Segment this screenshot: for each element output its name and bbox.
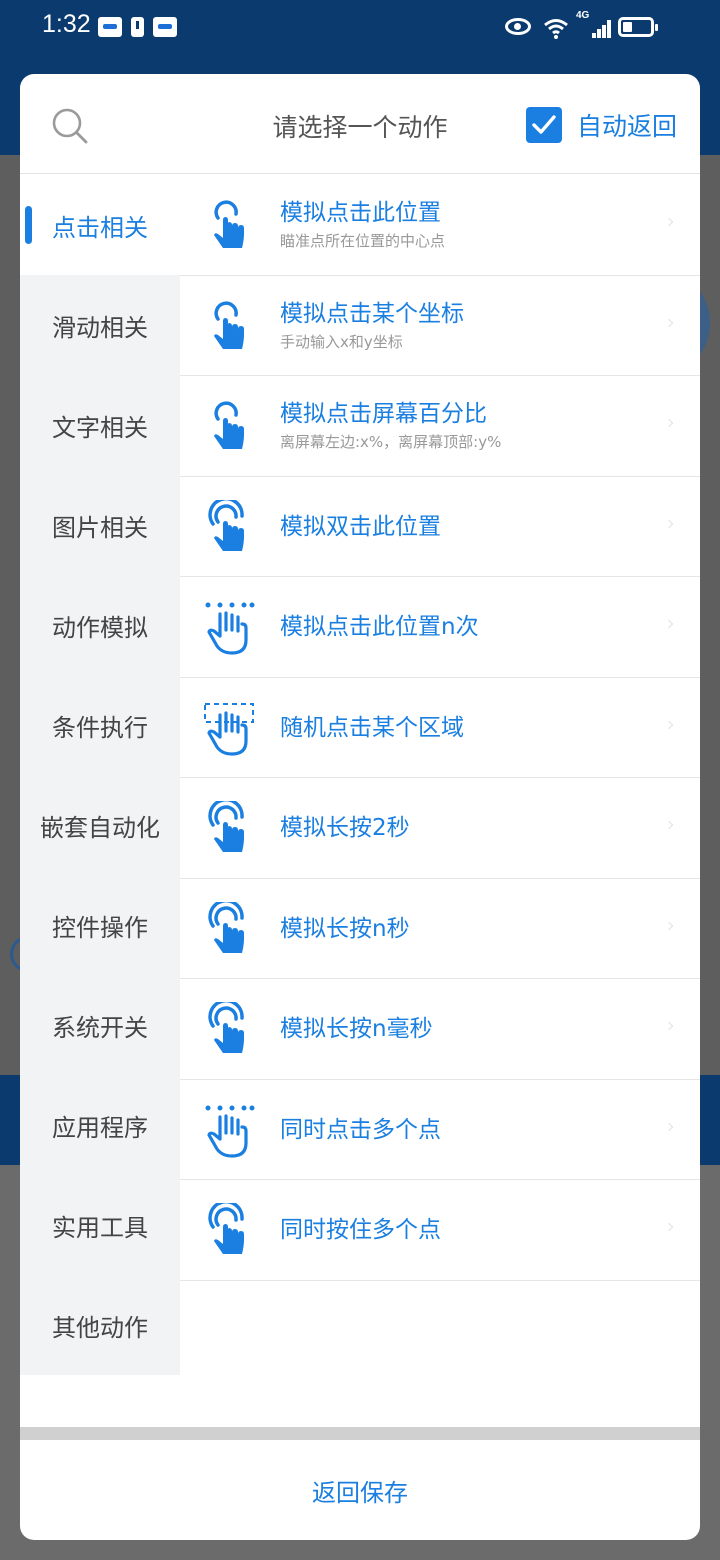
action-title: 模拟长按n毫秒: [280, 1016, 433, 1042]
category-image[interactable]: 图片相关: [20, 475, 180, 575]
action-item[interactable]: 同时点击多个点: [180, 1080, 700, 1180]
category-swipe[interactable]: 滑动相关: [20, 275, 180, 375]
category-click[interactable]: 点击相关: [20, 175, 180, 275]
action-title: 模拟点击此位置n次: [280, 614, 479, 640]
auto-return-label: 自动返回: [577, 112, 678, 141]
eye-comfort-icon: [505, 18, 531, 35]
action-text: 模拟长按2秒: [280, 778, 410, 878]
dialog-header: 请选择一个动作 自动返回: [20, 74, 700, 174]
action-item[interactable]: 模拟长按n秒: [180, 879, 700, 979]
action-text: 模拟点击某个坐标 手动输入x和y坐标: [280, 276, 464, 376]
category-widget-ops[interactable]: 控件操作: [20, 875, 180, 975]
action-title: 模拟长按2秒: [280, 815, 410, 841]
dialog-footer: 返回保存: [20, 1440, 700, 1540]
tap-icon: [214, 200, 244, 248]
action-item[interactable]: 随机点击某个区域: [180, 678, 700, 778]
footer-divider: [20, 1427, 700, 1440]
action-subtitle: 瞄准点所在位置的中心点: [280, 232, 446, 250]
action-text: 同时按住多个点: [280, 1180, 441, 1280]
check-icon: [532, 115, 556, 134]
notification-alert-icon: [131, 17, 144, 37]
chevron-right-icon: [664, 318, 674, 327]
chevron-right-icon: [664, 1122, 674, 1131]
action-title: 模拟点击某个坐标: [280, 300, 464, 327]
action-text: 同时点击多个点: [280, 1080, 441, 1180]
action-text: 模拟点击此位置 瞄准点所在位置的中心点: [280, 175, 445, 275]
signal-strength-icon: [584, 20, 612, 38]
action-item[interactable]: 模拟长按n毫秒: [180, 979, 700, 1080]
tap-icon: [214, 301, 244, 349]
action-title: 随机点击某个区域: [280, 714, 464, 741]
long-press-icon: [208, 1203, 244, 1254]
category-text[interactable]: 文字相关: [20, 375, 180, 475]
category-applications[interactable]: 应用程序: [20, 1075, 180, 1175]
status-bar: 1:32 4G: [0, 0, 720, 56]
chevron-right-icon: [664, 1222, 674, 1232]
category-action-sim[interactable]: 动作模拟: [20, 575, 180, 675]
action-text: 模拟点击屏幕百分比 离屏幕左边:x%，离屏幕顶部:y%: [280, 376, 501, 476]
action-item[interactable]: 模拟点击此位置n次: [180, 577, 700, 678]
action-item[interactable]: 模拟双击此位置: [180, 477, 700, 577]
action-subtitle: 离屏幕左边:x%，离屏幕顶部:y%: [280, 433, 502, 451]
battery-icon: [618, 17, 658, 37]
action-title: 模拟双击此位置: [280, 513, 441, 540]
action-title: 模拟点击屏幕百分比: [280, 401, 487, 427]
action-text: 模拟点击此位置n次: [280, 577, 479, 677]
category-system-switch[interactable]: 系统开关: [20, 975, 180, 1075]
action-item[interactable]: 模拟长按2秒: [180, 778, 700, 879]
return-save-button[interactable]: 返回保存: [312, 1473, 408, 1508]
category-nested-automation[interactable]: 嵌套自动化: [20, 775, 180, 875]
action-picker-dialog: 请选择一个动作 自动返回 点击相关 滑动相关 文字相关 图片相关 动作模拟 条件…: [20, 74, 700, 1540]
chevron-right-icon: [664, 519, 674, 528]
action-item[interactable]: 同时按住多个点: [180, 1180, 700, 1281]
action-item[interactable]: 模拟点击此位置 瞄准点所在位置的中心点: [180, 175, 700, 276]
category-other[interactable]: 其他动作: [20, 1275, 180, 1375]
action-item[interactable]: 模拟点击某个坐标 手动输入x和y坐标: [180, 276, 700, 376]
chevron-right-icon: [664, 619, 674, 629]
chevron-right-icon: [664, 820, 674, 830]
multi-tap-icon: [205, 1105, 255, 1158]
action-subtitle: 手动输入x和y坐标: [280, 332, 403, 351]
area-tap-icon: [204, 702, 254, 756]
chevron-right-icon: [664, 217, 674, 227]
action-text: 模拟长按n秒: [280, 879, 410, 979]
action-title: 同时点击多个点: [280, 1116, 441, 1143]
tap-icon: [214, 401, 244, 449]
category-conditional[interactable]: 条件执行: [20, 675, 180, 775]
category-sidebar: 点击相关 滑动相关 文字相关 图片相关 动作模拟 条件执行 嵌套自动化 控件操作…: [20, 175, 180, 1375]
double-tap-icon: [208, 499, 244, 551]
multi-tap-icon: [205, 602, 255, 655]
status-time: 1:32: [42, 10, 91, 38]
action-text: 模拟长按n毫秒: [280, 979, 433, 1079]
action-title: 同时按住多个点: [280, 1217, 441, 1243]
long-press-icon: [208, 1002, 244, 1053]
auto-return-toggle[interactable]: 自动返回: [526, 105, 677, 145]
chevron-right-icon: [664, 921, 674, 930]
notification-app-icon: [98, 17, 122, 37]
auto-return-checkbox[interactable]: [526, 107, 562, 143]
chevron-right-icon: [664, 720, 674, 729]
action-list: 模拟点击此位置 瞄准点所在位置的中心点 模拟点击某个坐标 手动输入x和y坐标 模…: [180, 175, 700, 1281]
category-utilities[interactable]: 实用工具: [20, 1175, 180, 1275]
action-text: 随机点击某个区域: [280, 678, 464, 778]
action-title: 模拟长按n秒: [280, 915, 410, 942]
action-text: 模拟双击此位置: [280, 477, 441, 577]
wifi-icon: [544, 19, 568, 39]
action-title: 模拟点击此位置: [280, 200, 441, 226]
notification-app-icon: [153, 17, 177, 37]
action-item[interactable]: 模拟点击屏幕百分比 离屏幕左边:x%，离屏幕顶部:y%: [180, 376, 700, 477]
chevron-right-icon: [664, 418, 674, 428]
long-press-icon: [208, 801, 244, 852]
chevron-right-icon: [664, 1021, 674, 1031]
long-press-icon: [208, 901, 244, 953]
